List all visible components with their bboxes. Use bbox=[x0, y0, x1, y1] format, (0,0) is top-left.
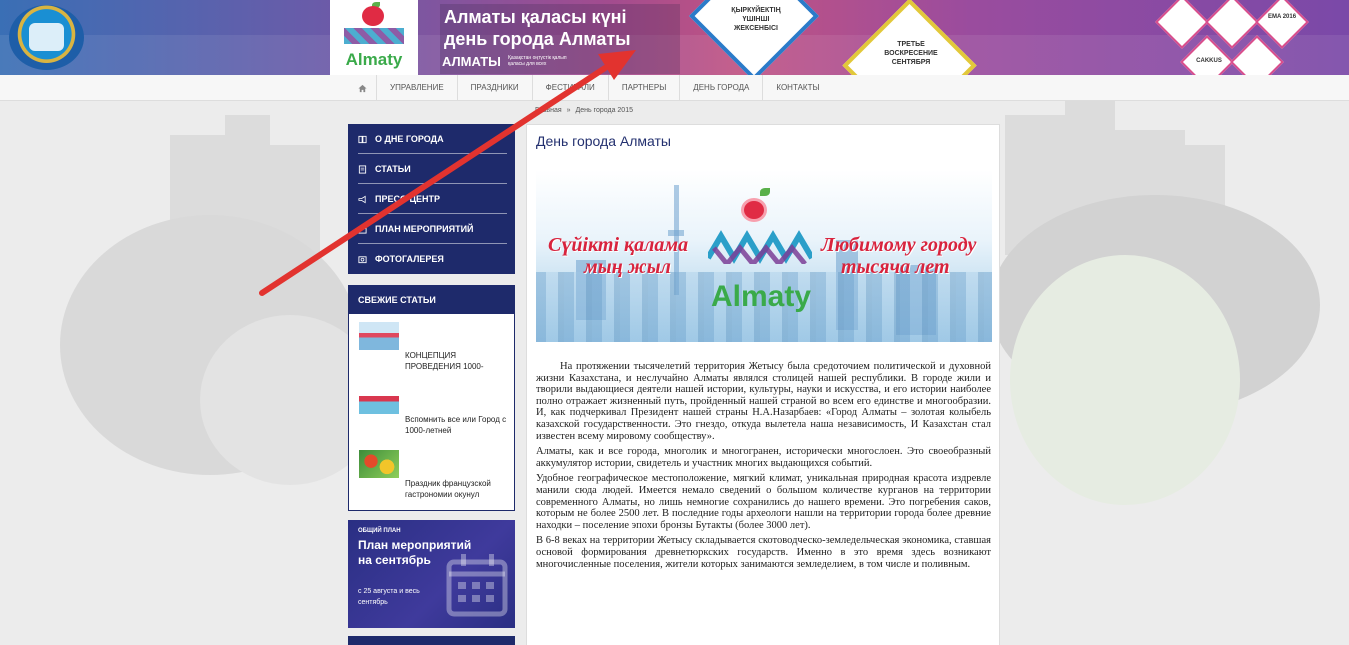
calendar-icon bbox=[358, 225, 367, 234]
home-icon bbox=[357, 84, 367, 92]
article-thumbnail[interactable] bbox=[359, 386, 399, 414]
paragraph: Алматы, как и все города, многолик и мно… bbox=[536, 446, 991, 469]
hero-logo-word: Almaty bbox=[710, 280, 812, 313]
sidebar-item-label: ПРЕСС-ЦЕНТР bbox=[375, 194, 441, 204]
hero-phrase-ru-1: Любимому городу bbox=[821, 234, 977, 256]
breadcrumb-current: День города 2015 bbox=[575, 107, 633, 114]
hero-phrase-kz-2: мың жыл bbox=[584, 256, 671, 278]
sidebar-item-press[interactable]: ПРЕСС-ЦЕНТР bbox=[348, 184, 515, 214]
banner-title-block: Алматы қаласы күні день города Алматы АЛ… bbox=[440, 4, 680, 74]
sidebar-item-plan[interactable]: ПЛАН МЕРОПРИЯТИЙ bbox=[348, 214, 515, 244]
logo-word: Almaty bbox=[345, 50, 403, 69]
article-title[interactable]: Праздник французской гастрономии окунул bbox=[405, 478, 507, 500]
nav-item-holidays[interactable]: ПРАЗДНИКИ bbox=[456, 75, 532, 101]
header-banner: Almaty Алматы қаласы күні день города Ал… bbox=[0, 0, 1349, 75]
sidebar-item-label: ПЛАН МЕРОПРИЯТИЙ bbox=[375, 224, 474, 234]
megaphone-icon bbox=[358, 195, 366, 203]
nav-item-festivals[interactable]: ФЕСТИВАЛИ bbox=[531, 75, 608, 101]
breadcrumb-separator: » bbox=[566, 107, 571, 114]
breadcrumb: Главная » День города 2015 bbox=[535, 107, 636, 114]
banner-title-ru: день города Алматы bbox=[444, 29, 631, 49]
nav-item-city-day[interactable]: ДЕНЬ ГОРОДА bbox=[679, 75, 762, 101]
paragraph: На протяжении тысячелетий территория Жет… bbox=[536, 361, 991, 442]
top-navigation: УПРАВЛЕНИЕ ПРАЗДНИКИ ФЕСТИВАЛИ ПАРТНЕРЫ … bbox=[0, 75, 1349, 101]
hero-image: Сүйікті қалама мың жыл Любимому городу т… bbox=[536, 170, 992, 342]
nav-item-management[interactable]: УПРАВЛЕНИЕ bbox=[376, 75, 457, 101]
article-thumbnail[interactable] bbox=[359, 322, 399, 350]
list-item[interactable]: КОНЦЕПЦИЯ ПРОВЕДЕНИЯ 1000- bbox=[349, 314, 514, 378]
plan-kicker: ОБЩИЙ ПЛАН bbox=[358, 528, 401, 534]
document-icon bbox=[358, 164, 367, 174]
sidebar-menu: О ДНЕ ГОРОДА СТАТЬИ ПРЕСС-ЦЕНТР ПЛАН МЕР… bbox=[348, 124, 515, 274]
sidebar-item-label: О ДНЕ ГОРОДА bbox=[375, 134, 444, 144]
city-emblem-logo[interactable] bbox=[9, 5, 84, 70]
partner-label: EMA 2016 bbox=[1267, 14, 1297, 20]
banner-city-word: АЛМАТЫ bbox=[442, 54, 501, 69]
plan-note: с 25 августа и весь сентябрь bbox=[358, 588, 420, 606]
book-icon bbox=[358, 135, 367, 143]
article-title[interactable]: КОНЦЕПЦИЯ ПРОВЕДЕНИЯ 1000- bbox=[405, 350, 507, 372]
hero-phrase-ru-2: тысяча лет bbox=[841, 256, 950, 278]
article-title[interactable]: Вспомнить все или Город с 1000-летней bbox=[405, 414, 507, 436]
fresh-articles-widget: СВЕЖИЕ СТАТЬИ КОНЦЕПЦИЯ ПРОВЕДЕНИЯ 1000-… bbox=[348, 285, 515, 511]
partner-logos: EMA 2016 CAKKUS bbox=[1150, 0, 1349, 75]
logo-apple bbox=[741, 198, 767, 222]
article-thumbnail[interactable] bbox=[359, 450, 399, 478]
main-content: День города Алматы Сүйікті қалама мың жы… bbox=[526, 124, 1000, 645]
sidebar-item-articles[interactable]: СТАТЬИ bbox=[348, 154, 515, 184]
sidebar-item-label: СТАТЬИ bbox=[375, 164, 411, 174]
breadcrumb-home[interactable]: Главная bbox=[535, 107, 562, 114]
fresh-articles-title: СВЕЖИЕ СТАТЬИ bbox=[349, 286, 514, 314]
event-plan-banner[interactable]: ОБЩИЙ ПЛАН План мероприятий на сентябрь … bbox=[348, 520, 515, 628]
sidebar-next-widget bbox=[348, 636, 515, 645]
banner-date-kz: ҚЫРКҮЙЕКТІҢ ҮШІНШІ ЖЕКСЕНБІСІ bbox=[731, 7, 781, 32]
nav-item-contacts[interactable]: КОНТАКТЫ bbox=[762, 75, 832, 101]
calendar-icon bbox=[446, 554, 508, 617]
logo-leaf bbox=[760, 188, 770, 196]
nav-item-partners[interactable]: ПАРТНЕРЫ bbox=[607, 75, 679, 101]
mountain-logo-icon bbox=[708, 230, 812, 264]
paragraph: Удобное географическое местоположение, м… bbox=[536, 473, 991, 531]
banner-date-ru: ТРЕТЬЕ ВОСКРЕСЕНИЕ СЕНТЯБРЯ bbox=[884, 41, 938, 66]
banner-title-kz: Алматы қаласы күні bbox=[444, 7, 627, 27]
article-body: На протяжении тысячелетий территория Жет… bbox=[536, 361, 991, 574]
nav-home[interactable] bbox=[348, 75, 376, 101]
bg-shape bbox=[1010, 255, 1240, 505]
sidebar-item-label: ФОТОГАЛЕРЕЯ bbox=[375, 254, 444, 264]
sidebar-item-about[interactable]: О ДНЕ ГОРОДА bbox=[348, 124, 515, 154]
partner-label: CAKKUS bbox=[1196, 58, 1222, 64]
list-item[interactable]: Праздник французской гастрономии окунул bbox=[349, 442, 514, 506]
page-title: День города Алматы bbox=[536, 133, 671, 149]
sidebar-item-gallery[interactable]: ФОТОГАЛЕРЕЯ bbox=[348, 244, 515, 274]
almaty-logo[interactable]: Almaty bbox=[330, 0, 418, 75]
photo-icon bbox=[358, 255, 367, 263]
banner-city-subtitle: Қазақстан оңтүстік қалып қаласы для всех bbox=[508, 55, 567, 67]
paragraph: В 6-8 веках на территории Жетысу складыв… bbox=[536, 535, 991, 570]
hero-phrase-kz-1: Сүйікті қалама bbox=[548, 234, 689, 256]
list-item[interactable]: Вспомнить все или Город с 1000-летней bbox=[349, 378, 514, 442]
